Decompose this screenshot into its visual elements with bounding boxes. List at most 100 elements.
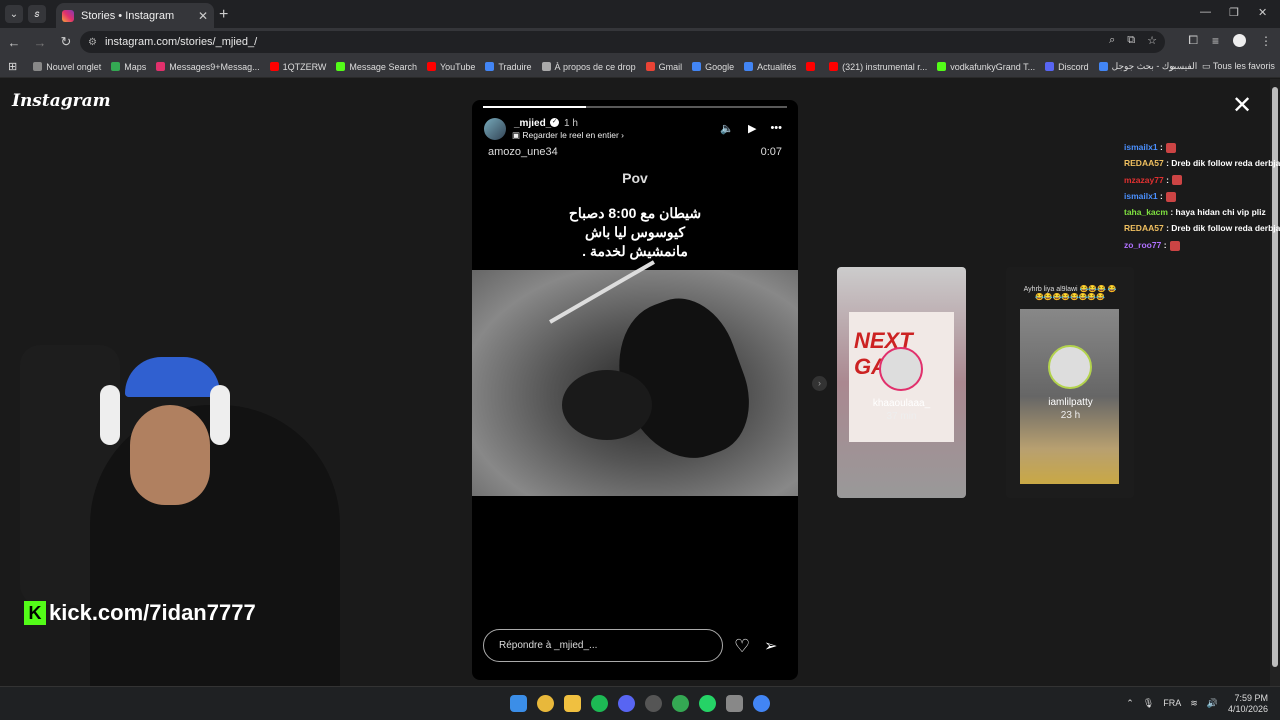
watch-reel-link[interactable]: ▣ Regarder le reel en entier › <box>512 130 624 141</box>
bookmark-item[interactable]: Traduire <box>485 61 532 72</box>
minimize-button[interactable]: — <box>1200 6 1211 18</box>
bookmark-item[interactable]: الفيسبوك - بحث جوجل <box>1098 61 1197 72</box>
mic-icon[interactable]: 🎙 <box>1143 698 1154 709</box>
tab-close-icon[interactable]: ✕ <box>198 9 208 23</box>
chrome-active-icon[interactable] <box>753 695 770 712</box>
tab-search-button[interactable]: ⌄ <box>5 5 23 23</box>
chat-username[interactable]: REDAA57 <box>1124 158 1164 168</box>
chat-username[interactable]: ismailx1 <box>1124 142 1158 152</box>
chat-username[interactable]: zo_roo77 <box>1124 240 1161 250</box>
bookmark-label: Gmail <box>658 61 683 72</box>
like-heart-icon[interactable]: ♡ <box>734 636 750 657</box>
forward-button[interactable]: → <box>28 35 52 50</box>
bookmark-item[interactable]: 1QTZERW <box>269 61 327 72</box>
emote-icon <box>1165 191 1176 202</box>
avatar[interactable] <box>484 118 506 140</box>
more-options-icon[interactable]: ••• <box>770 122 782 135</box>
reading-list-icon[interactable]: ≡ <box>1212 34 1219 48</box>
bookmark-item[interactable]: Gmail <box>645 61 683 72</box>
volume-icon[interactable]: 🔈 <box>720 122 734 135</box>
discord-icon[interactable] <box>618 695 635 712</box>
bookmark-item[interactable]: (321) instrumental r... <box>829 61 927 72</box>
speaker-icon[interactable]: 🔊 <box>1207 698 1218 709</box>
s-extension-icon[interactable]: 𝑠 <box>28 5 46 23</box>
emote-icon <box>1165 142 1176 153</box>
star-icon[interactable]: ☆ <box>1147 34 1157 47</box>
bookmark-item[interactable] <box>806 61 819 72</box>
bookmark-item[interactable]: Maps <box>111 61 146 72</box>
bookmark-item[interactable]: À propos de ce drop <box>541 61 636 72</box>
clock-time: 7:59 PM <box>1234 693 1268 703</box>
bookmark-favicon-icon <box>426 62 436 71</box>
instagram-logo[interactable]: Instagram <box>12 91 111 111</box>
new-tab-button[interactable]: + <box>219 6 228 24</box>
chat-username[interactable]: mzazay77 <box>1124 175 1164 185</box>
file-explorer-icon[interactable] <box>564 695 581 712</box>
bookmark-item[interactable]: Message Search <box>336 61 417 72</box>
verified-icon: ✓ <box>550 118 559 127</box>
story-preview-iamlilpatty[interactable]: Ayhrb liya al9lawi 😂😂😂 😂😂😂😂😂😂😂😂😂 iamlilp… <box>1006 267 1134 498</box>
chrome-icon[interactable] <box>537 695 554 712</box>
close-window-button[interactable]: ✕ <box>1258 6 1267 19</box>
play-icon[interactable]: ▶ <box>748 122 756 135</box>
bookmark-favicon-icon <box>806 62 816 71</box>
send-icon[interactable]: ➢ <box>764 636 777 656</box>
story-username[interactable]: _mjied_ <box>514 118 551 129</box>
preview-name: khaaoulaaa_ <box>872 398 931 409</box>
wifi-icon[interactable]: ≋ <box>1190 698 1198 709</box>
close-story-button[interactable]: ✕ <box>1232 94 1252 118</box>
story-preview-khaaoulaaa[interactable]: NEXT GAME khaaoulaaa_ 37 min <box>837 267 966 498</box>
bookmark-item[interactable]: Messages9+Messag... <box>156 61 260 72</box>
spotify-icon[interactable] <box>591 695 608 712</box>
apps-grid-icon[interactable]: ⊞ <box>8 60 17 73</box>
tab-instagram[interactable]: Stories • Instagram ✕ <box>56 3 214 28</box>
reply-input[interactable]: Répondre à _mjied_... <box>483 629 723 662</box>
preview-caption: Ayhrb liya al9lawi 😂😂😂 😂😂😂😂😂😂😂😂😂 <box>1023 286 1117 301</box>
chat-username[interactable]: REDAA57 <box>1124 223 1164 233</box>
zoom-icon[interactable]: ⌕ <box>1109 34 1115 47</box>
emote-icon <box>1171 175 1182 186</box>
bookmark-item[interactable]: Actualités <box>744 61 796 72</box>
avatar <box>1048 345 1092 389</box>
chrome-profile-icon[interactable] <box>672 695 689 712</box>
story-viewer[interactable]: _mjied_ ✓ 1 h ▣ Regarder le reel en enti… <box>472 100 798 680</box>
restore-button[interactable]: ❐ <box>1229 6 1239 19</box>
all-bookmarks-folder[interactable]: ▭ Tous les favoris <box>1202 61 1275 72</box>
start-icon[interactable] <box>510 695 527 712</box>
caption-line: مانمشيش لخدمة . <box>582 243 688 259</box>
chat-message: taha_kacm : haya hidan chi vip pliz <box>1124 204 1280 220</box>
chat-username[interactable]: taha_kacm <box>1124 207 1168 217</box>
whatsapp-icon[interactable] <box>699 695 716 712</box>
bookmark-label: 1QTZERW <box>282 61 327 72</box>
back-button[interactable]: ← <box>2 35 26 50</box>
chat-text: : <box>1159 142 1163 152</box>
chat-text: : <box>1159 190 1163 201</box>
bookmarks-overflow-icon[interactable]: » <box>1170 62 1175 72</box>
bookmark-item[interactable]: Google <box>692 61 734 72</box>
site-info-icon[interactable]: ⚙ <box>88 37 97 48</box>
story-progress-bar <box>483 106 787 108</box>
next-story-arrow-icon[interactable]: › <box>812 376 827 391</box>
app-icon[interactable] <box>645 695 662 712</box>
profile-avatar[interactable] <box>1233 34 1246 47</box>
reload-button[interactable]: ↻ <box>54 34 78 50</box>
bookmark-label: Message Search <box>349 61 417 72</box>
caption-line: شيطان مع 8:00 دصباح <box>568 205 702 221</box>
bookmark-item[interactable]: Discord <box>1045 61 1089 72</box>
chat-username[interactable]: ismailx1 <box>1124 191 1158 201</box>
install-icon[interactable]: ⧉ <box>1127 34 1135 47</box>
language-indicator[interactable]: FRA <box>1163 698 1181 709</box>
chevron-up-icon[interactable]: ⌃ <box>1126 698 1134 709</box>
menu-icon[interactable]: ⋮ <box>1260 34 1272 48</box>
omnibox[interactable]: ⚙ instagram.com/stories/_mjied_/ ⌕ ⧉ ☆ <box>80 31 1165 53</box>
bookmark-label: Discord <box>1058 61 1089 72</box>
preview-name: iamlilpatty <box>1048 397 1093 408</box>
bookmark-item[interactable]: vodkafunkyGrand T... <box>937 61 1035 72</box>
extensions-icon[interactable]: ⧠ <box>1188 33 1198 48</box>
bookmark-item[interactable]: Nouvel onglet <box>33 61 101 72</box>
clock[interactable]: 7:59 PM 4/10/2026 <box>1228 693 1268 715</box>
story-video[interactable] <box>472 260 798 496</box>
url-text: instagram.com/stories/_mjied_/ <box>104 36 258 48</box>
settings-icon[interactable] <box>726 695 743 712</box>
bookmark-item[interactable]: YouTube <box>426 61 475 72</box>
